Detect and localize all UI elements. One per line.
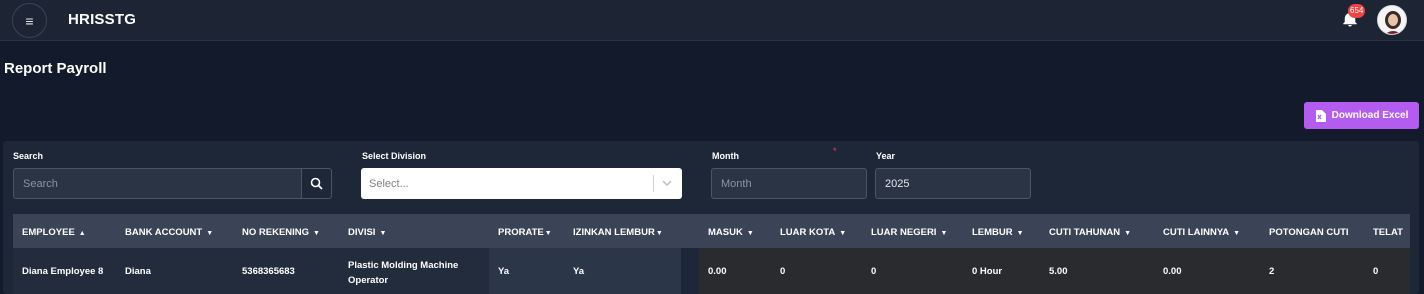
column-header-izinkan-lembur[interactable]: IZINKAN LEMBUR▼ (573, 227, 663, 238)
month-label: Month (712, 151, 739, 161)
cell-cuti-tahunan: 5.00 (1049, 266, 1068, 277)
month-placeholder: Month (721, 177, 752, 190)
cell-masuk: 0.00 (708, 266, 727, 277)
cell-potongan-cuti: 2 (1269, 266, 1275, 277)
division-label: Select Division (362, 151, 427, 161)
cell-luar-kota: 0 (780, 266, 786, 277)
cell-lembur: 0 Hour (972, 266, 1003, 277)
download-excel-label: Download Excel (1331, 110, 1409, 121)
page-title: Report Payroll (4, 60, 107, 77)
column-header-cuti-tahunan[interactable]: CUTI TAHUNAN ▼ (1049, 227, 1131, 238)
required-mark: * (833, 146, 837, 156)
search-label: Search (13, 151, 44, 161)
cell-employee: Diana Employee 8 (22, 266, 104, 277)
frozen-column-highlight (489, 248, 681, 294)
column-header-telat[interactable]: TELAT (1373, 227, 1407, 238)
notification-badge: 654 (1348, 4, 1366, 18)
cell-telat: 0 (1373, 266, 1379, 277)
year-input[interactable]: 2025 (875, 168, 1031, 199)
cell-prorate: Ya (498, 266, 510, 277)
division-select[interactable]: Select... (361, 168, 682, 199)
month-input[interactable]: Month (711, 168, 867, 199)
cell-divisi: Plastic Molding Machine Operator (348, 260, 459, 286)
cell-no-rekening: 5368365683 (242, 266, 295, 277)
year-value: 2025 (885, 177, 910, 190)
column-header-potongan-cuti[interactable]: POTONGAN CUTI (1269, 227, 1353, 238)
cell-bank-account: Diana (125, 266, 151, 277)
cell-izinkan-lembur: Ya (573, 266, 585, 277)
excel-file-icon (1315, 109, 1326, 122)
column-header-masuk[interactable]: MASUK ▼ (708, 227, 754, 238)
year-label: Year (876, 151, 896, 161)
column-header-divisi[interactable]: DIVISI ▼ (348, 227, 386, 238)
column-header-cuti-lainnya[interactable]: CUTI LAINNYA ▼ (1163, 227, 1240, 238)
menu-icon: ≡ (25, 12, 34, 29)
division-placeholder: Select... (369, 177, 409, 190)
search-button[interactable] (301, 168, 332, 199)
cell-luar-negeri: 0 (871, 266, 877, 277)
column-header-no-rekening[interactable]: NO REKENING ▼ (242, 227, 320, 238)
search-placeholder: Search (23, 177, 58, 190)
search-icon (310, 177, 323, 190)
cell-cuti-lainnya: 0.00 (1163, 266, 1182, 277)
column-header-employee[interactable]: EMPLOYEE ▲ (22, 227, 86, 238)
column-header-bank-account[interactable]: BANK ACCOUNT ▼ (125, 227, 213, 238)
menu-toggle-button[interactable]: ≡ (12, 3, 47, 38)
column-header-luar-negeri[interactable]: LUAR NEGERI ▼ (871, 227, 947, 238)
download-excel-button[interactable]: Download Excel (1304, 102, 1419, 129)
column-header-lembur[interactable]: LEMBUR ▼ (972, 227, 1024, 238)
column-header-luar-kota[interactable]: LUAR KOTA ▼ (780, 227, 846, 238)
select-separator (653, 175, 654, 192)
top-bar: ≡ HRISSTG 654 (0, 0, 1424, 41)
column-gap (681, 248, 699, 294)
search-input[interactable]: Search (13, 168, 302, 199)
app-title: HRISSTG (68, 11, 137, 28)
avatar[interactable] (1377, 5, 1407, 35)
column-header-prorate[interactable]: PRORATE▼ (498, 227, 552, 238)
chevron-down-icon (662, 180, 672, 187)
